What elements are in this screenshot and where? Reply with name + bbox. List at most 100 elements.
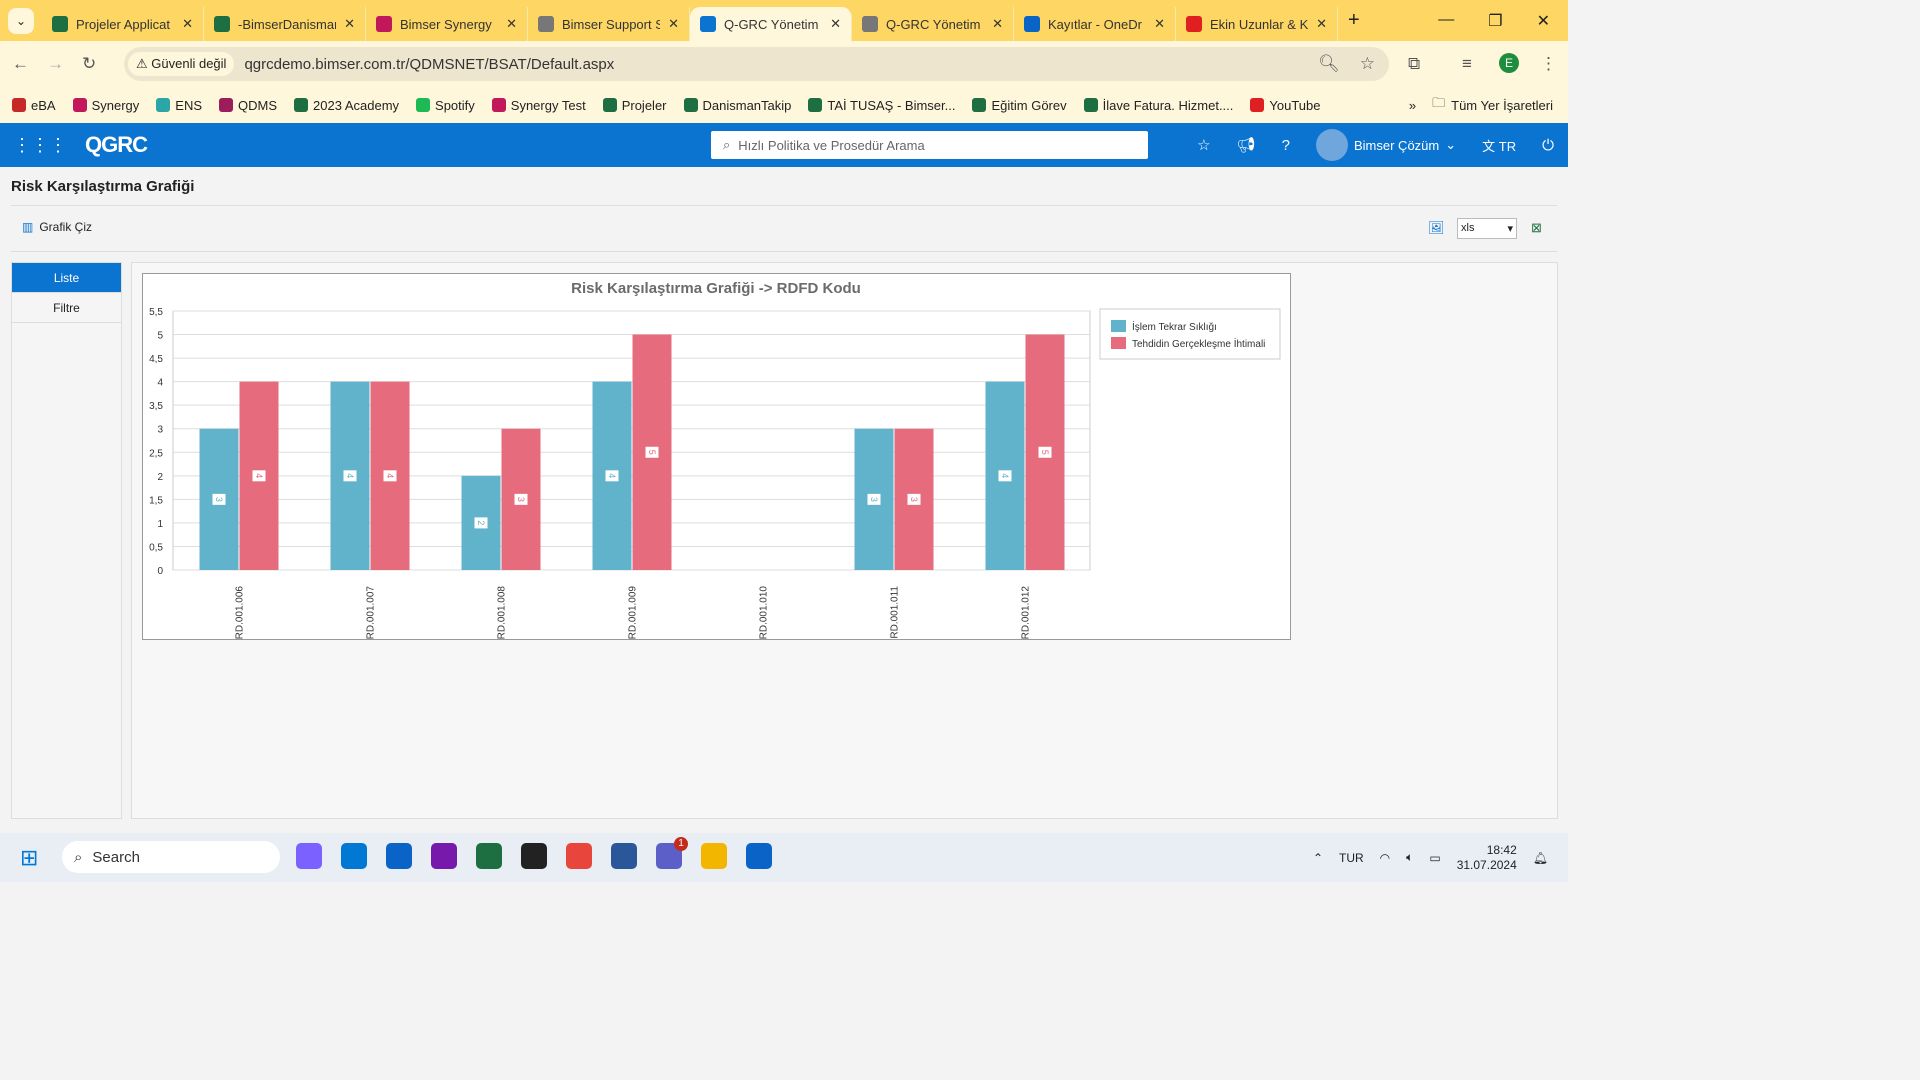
y-tick-label: 4,5 [149,354,163,365]
windows-start-icon[interactable]: ⊞ [20,845,38,871]
reload-button[interactable]: ↻ [82,54,96,74]
wifi-icon[interactable]: ◠ [1380,851,1390,865]
bookmark-star-icon[interactable]: ☆ [1360,54,1375,74]
export-image-icon[interactable]: 🖼︎ [1428,220,1445,236]
security-chip[interactable]: ⚠ Güvenli değil [128,52,235,76]
excel-icon[interactable] [476,843,502,869]
outlook-icon[interactable] [386,843,412,869]
legend-swatch [1111,320,1126,332]
language-button[interactable]: 文 TR [1482,136,1516,155]
bookmark-item[interactable]: Synergy Test [491,97,586,113]
volume-icon[interactable]: 🔈︎ [1406,850,1413,865]
close-tab-icon[interactable]: ✕ [1316,16,1327,32]
tab-title: Bimser Support S [562,16,661,32]
defender-icon[interactable] [746,843,772,869]
teams-icon[interactable]: 1 [656,837,688,869]
browser-tab[interactable]: Bimser Support S ✕ [528,7,690,41]
bookmark-item[interactable]: QDMS [219,98,277,113]
export-format-select[interactable]: xls ▾ [1457,218,1517,239]
chrome-icon[interactable] [566,843,592,869]
new-tab-button[interactable]: + [1348,9,1360,32]
menu-icon[interactable]: ⋮ [1540,54,1557,74]
tab-liste[interactable]: Liste [12,263,121,293]
url-text[interactable]: qgrcdemo.bimser.com.tr/QDMSNET/BSAT/Defa… [244,56,614,73]
maximize-button[interactable]: ❐ [1488,11,1502,31]
notification-bell-icon[interactable]: 🔔︎ [1533,851,1548,865]
browser-tab[interactable]: Q-GRC Yönetim S ✕ [690,7,852,41]
close-tab-icon[interactable]: ✕ [830,16,841,32]
all-bookmarks[interactable]: 🗀 Tüm Yer İşaretleri [1432,94,1553,116]
bookmark-item[interactable]: Synergy [72,98,139,113]
power-icon[interactable]: ⏻ [1542,137,1554,154]
youtube-icon [1186,16,1202,32]
input-language[interactable]: TUR [1339,851,1364,865]
bookmark-item[interactable]: eBA [12,98,56,113]
clock[interactable]: 18:42 31.07.2024 [1457,843,1517,873]
browser-tab[interactable]: Kayıtlar - OneDr ✕ [1014,7,1176,41]
close-tab-icon[interactable]: ✕ [182,16,193,32]
taskbar-search[interactable]: ⌕ Search [62,841,280,873]
bookmark-icon [683,98,698,112]
tray-chevron-icon[interactable]: ⌃ [1313,851,1323,865]
word-icon[interactable] [611,843,637,869]
sticky-notes-icon[interactable] [521,843,547,869]
side-panel: Liste Filtre [11,262,122,819]
chevron-down-icon: ▾ [1507,223,1513,235]
bookmark-item[interactable]: ENS [156,98,202,113]
bookmark-item[interactable]: Spotify [416,98,475,113]
battery-icon[interactable]: ▭ [1429,851,1440,865]
browser-tab[interactable]: -BimserDanisman ✕ [204,7,366,41]
close-tab-icon[interactable]: ✕ [344,16,355,32]
divider [11,251,1557,252]
media-icon[interactable]: ≡ [1462,54,1472,74]
bookmark-item[interactable]: Projeler [602,98,667,113]
tab-search-button[interactable]: ⌄ [8,7,34,34]
bookmark-item[interactable]: YouTube [1250,98,1320,113]
apps-grid-icon[interactable]: ⋮⋮⋮ [13,135,67,156]
profile-avatar[interactable]: E [1499,53,1519,73]
export-excel-icon[interactable]: ⊠ [1531,220,1542,236]
browser-tab[interactable]: Q-GRC Yönetim ✕ [852,7,1014,41]
close-tab-icon[interactable]: ✕ [668,16,679,32]
back-button[interactable]: ← [12,54,29,74]
close-tab-icon[interactable]: ✕ [992,16,1003,32]
help-icon[interactable]: ? [1282,137,1290,154]
bookmarks-bar: eBA Synergy ENS QDMS 2023 Academy Spotify Syne… [0,87,1568,123]
bookmark-label: İlave Fatura. Hizmet.... [1102,97,1234,113]
copilot-icon[interactable] [296,843,322,869]
app-logo[interactable]: QGRC [85,132,148,158]
close-tab-icon[interactable]: ✕ [1154,16,1165,32]
bookmark-item[interactable]: TAİ TUSAŞ - Bimser... [808,98,955,113]
bookmark-label: Synergy Test [510,97,586,113]
more-bookmarks-icon[interactable]: » [1409,98,1416,113]
x-tick-label: RD.001.007 [366,586,377,640]
bookmark-item[interactable]: 2023 Academy [294,98,399,113]
browser-tab[interactable]: Bimser Synergy ✕ [366,7,528,41]
user-menu[interactable]: Bimser Çözüm ⌄ [1316,129,1456,161]
minimize-button[interactable]: — [1438,11,1454,31]
browser-tab[interactable]: Projeler Applicat ✕ [42,7,204,41]
data-label: 2 [476,520,486,525]
favorites-star-icon[interactable]: ☆ [1197,136,1210,154]
x-tick-label: RD.001.011 [890,586,901,639]
policy-search-input[interactable]: ⌕ Hızlı Politika ve Prosedür Arama [711,131,1148,159]
zoom-icon[interactable]: 🔍︎ [1318,54,1340,74]
onenote-icon[interactable] [431,843,457,869]
draw-chart-button[interactable]: ▥ Grafik Çiz [22,220,92,234]
omnibox[interactable]: ⚠ Güvenli değil qgrcdemo.bimser.com.tr/Q… [124,47,1389,81]
forward-button[interactable]: → [47,54,64,74]
grc-icon [700,16,716,32]
close-tab-icon[interactable]: ✕ [506,16,517,32]
announcement-icon[interactable]: 📢︎ [1237,136,1256,154]
close-window-button[interactable]: ✕ [1537,11,1550,31]
browser-tab[interactable]: Ekin Uzunlar & K ✕ [1176,7,1338,41]
taskbar-search-label: Search [92,848,140,866]
file-explorer-icon[interactable] [701,843,727,869]
bookmark-item[interactable]: Eğitim Görev [972,98,1067,113]
widgets-icon[interactable] [341,843,367,869]
bookmark-item[interactable]: DanismanTakip [683,98,791,113]
extensions-icon[interactable]: ⧉ [1408,54,1420,74]
bookmark-item[interactable]: İlave Fatura. Hizmet.... [1083,97,1234,113]
tab-filtre[interactable]: Filtre [12,293,121,323]
data-label: 5 [647,450,657,455]
